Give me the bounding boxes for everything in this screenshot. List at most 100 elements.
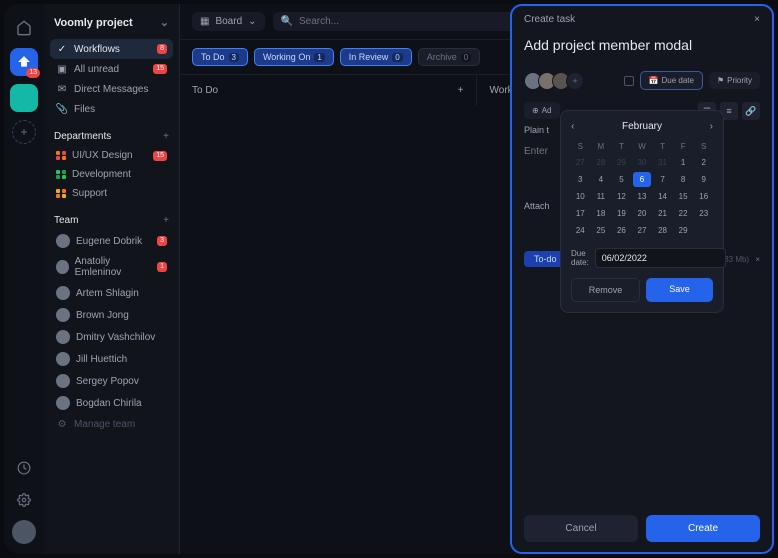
avatar	[56, 330, 70, 344]
dow-label: S	[694, 140, 713, 153]
calendar-day[interactable]: 5	[612, 172, 631, 187]
calendar-day[interactable]: 24	[571, 223, 590, 238]
calendar-day[interactable]: 28	[653, 223, 672, 238]
home-icon[interactable]	[12, 16, 36, 40]
filter-chip[interactable]: Working On1	[254, 48, 334, 66]
create-task-panel: Create task× Add project member modal + …	[510, 4, 774, 554]
department-item[interactable]: Development	[50, 165, 173, 184]
calendar-day[interactable]: 9	[694, 172, 713, 187]
prev-month-button[interactable]: ‹	[571, 121, 574, 132]
calendar-day[interactable]: 12	[612, 189, 631, 204]
calendar-day[interactable]: 18	[592, 206, 611, 221]
calendar-day[interactable]: 21	[653, 206, 672, 221]
cancel-button[interactable]: Cancel	[524, 515, 638, 542]
calendar-day[interactable]: 30	[633, 155, 652, 170]
add-team-button[interactable]: +	[163, 215, 169, 226]
assignees: +	[524, 72, 584, 90]
add-assignee-button[interactable]: +	[566, 72, 584, 90]
close-icon[interactable]: ×	[754, 14, 760, 25]
dow-label: M	[592, 140, 611, 153]
manage-team[interactable]: ⚙Manage team	[50, 414, 173, 434]
calendar-day[interactable]: 16	[694, 189, 713, 204]
view-selector[interactable]: ▦Board⌄	[192, 12, 265, 31]
calendar-day[interactable]: 2	[694, 155, 713, 170]
calendar-day[interactable]: 17	[571, 206, 590, 221]
avatar	[56, 374, 70, 388]
flag-icon: ⚑	[717, 76, 724, 85]
remove-date-button[interactable]: Remove	[571, 278, 640, 302]
sidebar-dm[interactable]: ✉Direct Messages	[50, 79, 173, 99]
calendar-day[interactable]: 28	[592, 155, 611, 170]
calendar-day	[694, 223, 713, 238]
calendar-day[interactable]: 14	[653, 189, 672, 204]
check-icon: ✓	[56, 43, 68, 55]
settings-icon[interactable]	[12, 488, 36, 512]
add-department-button[interactable]: +	[163, 131, 169, 142]
calendar-day[interactable]: 20	[633, 206, 652, 221]
calendar-day[interactable]: 15	[674, 189, 693, 204]
calendar-day[interactable]: 29	[612, 155, 631, 170]
calendar-day[interactable]: 6	[633, 172, 652, 187]
calendar-day[interactable]: 4	[592, 172, 611, 187]
close-upload-icon[interactable]: ×	[755, 255, 760, 264]
add-card-button[interactable]: +	[458, 85, 464, 96]
due-date-button[interactable]: 📅Due date	[640, 71, 703, 90]
team-member[interactable]: Dmitry Vashchilov	[50, 326, 173, 348]
calendar-day[interactable]: 26	[612, 223, 631, 238]
avatar	[56, 234, 70, 248]
calendar-day[interactable]: 29	[674, 223, 693, 238]
due-date-checkbox[interactable]	[624, 76, 634, 86]
calendar-day[interactable]: 7	[653, 172, 672, 187]
calendar-day[interactable]: 10	[571, 189, 590, 204]
project-title: Voomly project⌄	[50, 14, 173, 39]
chevron-down-icon: ⌄	[248, 16, 256, 27]
priority-button[interactable]: ⚑Priority	[709, 72, 760, 89]
save-date-button[interactable]: Save	[646, 278, 713, 302]
calendar-day[interactable]: 3	[571, 172, 590, 187]
dept-icon	[56, 151, 66, 161]
inbox-icon: ▣	[56, 63, 68, 75]
team-member[interactable]: Eugene Dobrik3	[50, 230, 173, 252]
calendar-day[interactable]: 31	[653, 155, 672, 170]
user-avatar[interactable]	[12, 520, 36, 544]
team-member[interactable]: Artem Shlagin	[50, 282, 173, 304]
calendar-day[interactable]: 1	[674, 155, 693, 170]
dept-icon	[56, 189, 66, 199]
sidebar-files[interactable]: 📎Files	[50, 99, 173, 119]
calendar-day[interactable]: 8	[674, 172, 693, 187]
team-member[interactable]: Anatoliy Emleninov1	[50, 252, 173, 282]
filter-chip[interactable]: In Review0	[340, 48, 412, 66]
link-icon[interactable]: 🔗	[742, 102, 760, 120]
calendar-day[interactable]: 19	[612, 206, 631, 221]
team-member[interactable]: Sergey Popov	[50, 370, 173, 392]
clock-icon[interactable]	[12, 456, 36, 480]
message-icon: ✉	[56, 83, 68, 95]
department-item[interactable]: Support	[50, 184, 173, 203]
due-date-input[interactable]	[595, 248, 726, 268]
filter-chip[interactable]: Archive0	[418, 48, 480, 66]
task-title-input[interactable]: Add project member modal	[512, 33, 772, 65]
team-member[interactable]: Bogdan Chirila	[50, 392, 173, 414]
calendar-day[interactable]: 22	[674, 206, 693, 221]
sidebar-workflows[interactable]: ✓Workflows8	[50, 39, 173, 59]
next-month-button[interactable]: ›	[710, 121, 713, 132]
sidebar-unread[interactable]: ▣All unread15	[50, 59, 173, 79]
create-button[interactable]: Create	[646, 515, 760, 542]
department-item[interactable]: UI/UX Design15	[50, 146, 173, 165]
add-workspace-button[interactable]: +	[12, 120, 36, 144]
add-button[interactable]: ⊕Ad	[524, 102, 560, 119]
search-icon: 🔍	[281, 16, 293, 27]
calendar-day[interactable]: 23	[694, 206, 713, 221]
team-member[interactable]: Brown Jong	[50, 304, 173, 326]
calendar-day[interactable]: 27	[571, 155, 590, 170]
calendar-day[interactable]: 13	[633, 189, 652, 204]
avatar	[56, 286, 70, 300]
calendar-day[interactable]: 27	[633, 223, 652, 238]
filter-chip[interactable]: To Do3	[192, 48, 248, 66]
calendar-day[interactable]: 11	[592, 189, 611, 204]
workspace-app-1[interactable]: 13	[10, 48, 38, 76]
team-member[interactable]: Jill Huettich	[50, 348, 173, 370]
file-icon: 📎	[56, 103, 68, 115]
calendar-day[interactable]: 25	[592, 223, 611, 238]
workspace-app-2[interactable]	[10, 84, 38, 112]
